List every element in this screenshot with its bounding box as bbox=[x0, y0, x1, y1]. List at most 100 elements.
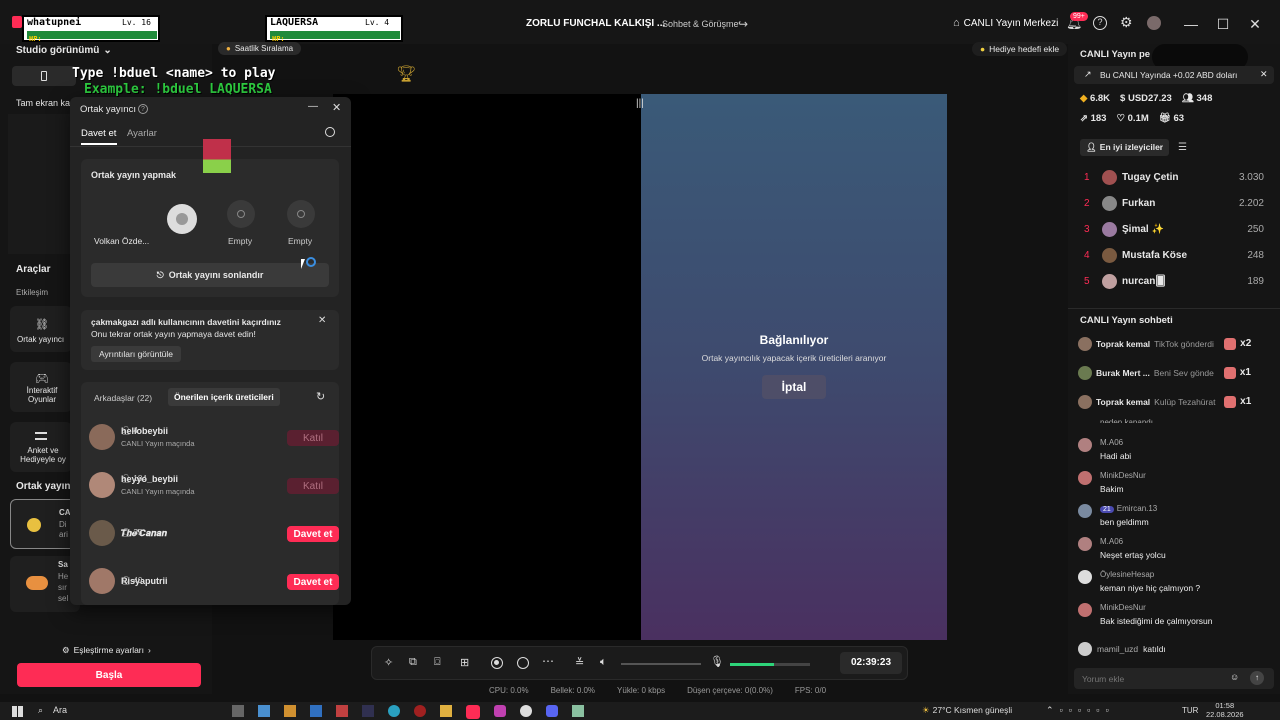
comment-input[interactable]: ☺ ↑ bbox=[1074, 668, 1274, 689]
friend-avatar[interactable] bbox=[89, 424, 115, 450]
start-button[interactable]: Başla bbox=[17, 663, 201, 687]
capture-icon[interactable] bbox=[517, 657, 529, 669]
game-app-icon[interactable] bbox=[414, 705, 426, 717]
fullscreen-label[interactable]: Tam ekran ka bbox=[16, 98, 70, 108]
list-icon[interactable]: ☰ bbox=[1178, 142, 1187, 153]
ranking-row[interactable]: 1 Tugay Çetin 3.030 bbox=[1084, 164, 1264, 190]
cohost-title: Ortak yayıncı bbox=[80, 104, 136, 115]
maximize-button[interactable]: ☐ bbox=[1208, 9, 1238, 39]
suggested-tab[interactable]: Önerilen içerik üreticileri bbox=[168, 388, 280, 406]
tool-games[interactable]: 🎮︎ İnteraktif Oyunlar bbox=[10, 362, 72, 412]
edge-icon[interactable] bbox=[388, 705, 400, 717]
more-icon[interactable]: ⋯ bbox=[542, 654, 554, 668]
friend-avatar[interactable] bbox=[89, 568, 115, 594]
join-button[interactable]: Katıl bbox=[287, 430, 339, 446]
settings-gear-icon[interactable]: ⚙ bbox=[1120, 14, 1133, 31]
instagram-icon[interactable] bbox=[494, 705, 506, 717]
tool-poll[interactable]: Anket ve Hediyeyle oy bbox=[10, 422, 72, 472]
add-source-icon[interactable]: ⊞ bbox=[460, 656, 469, 669]
live-center-button[interactable]: ⌂ CANLI Yayın Merkezi bbox=[953, 17, 1058, 29]
ranking-row[interactable]: 3 Şimal ✨ 250 bbox=[1084, 216, 1264, 242]
weather-widget[interactable]: ☀ 27°C Kısmen güneşli bbox=[922, 705, 1012, 716]
store-icon[interactable] bbox=[258, 705, 270, 717]
ranking-row[interactable]: 2 Furkan 2.202 bbox=[1084, 190, 1264, 216]
dialog-minimize-icon[interactable]: — bbox=[308, 101, 318, 112]
tool-cohost[interactable]: ⛓︎ Ortak yayıncı bbox=[10, 306, 72, 352]
invite-button[interactable]: Davet et bbox=[287, 574, 339, 590]
notepad-icon[interactable] bbox=[572, 705, 584, 717]
speaker-icon[interactable]: 🔈︎ bbox=[600, 656, 607, 669]
stream-tag[interactable]: Sohbet & Görüşme bbox=[662, 19, 739, 29]
clock[interactable]: 01:58 22.08.2026 bbox=[1206, 701, 1244, 719]
banner-close-icon[interactable]: ✕ bbox=[1260, 69, 1268, 80]
invite-button[interactable]: Davet et bbox=[287, 526, 339, 542]
chat-text: Hadi abi bbox=[1100, 451, 1132, 461]
camera-icon[interactable]: ⌼ bbox=[434, 656, 441, 669]
layout-icon[interactable]: ⧉ bbox=[409, 656, 417, 669]
tiktok-live-icon[interactable] bbox=[466, 705, 480, 719]
refresh-icon[interactable]: ↻ bbox=[316, 390, 325, 403]
dialog-close-icon[interactable]: ✕ bbox=[332, 101, 341, 114]
task-view-icon[interactable] bbox=[232, 705, 244, 717]
volume-slider[interactable] bbox=[621, 663, 701, 665]
effects-icon[interactable]: ✧ bbox=[384, 656, 393, 669]
earnings-banner[interactable]: ↗ Bu CANLI Yayında +0.02 ABD doları ✕ bbox=[1074, 66, 1274, 84]
stream-title[interactable]: ZORLU FUNCHAL KALKIŞI ... bbox=[526, 18, 665, 29]
record-icon[interactable] bbox=[491, 657, 503, 669]
view-mode-toggle[interactable] bbox=[12, 66, 76, 86]
empty-slot-2[interactable] bbox=[227, 200, 255, 228]
details-button[interactable]: Ayrıntıları görüntüle bbox=[91, 346, 182, 362]
profile-avatar[interactable] bbox=[1147, 16, 1161, 30]
chat-avatar bbox=[1078, 438, 1092, 452]
comment-field[interactable] bbox=[1082, 671, 1222, 686]
tab-settings[interactable]: Ayarlar bbox=[127, 128, 157, 139]
ranking-row[interactable]: 5 nurcan🂠 189 bbox=[1084, 268, 1264, 294]
info-icon[interactable]: ? bbox=[138, 104, 148, 114]
minimize-button[interactable]: — bbox=[1176, 9, 1206, 39]
language-indicator[interactable]: TUR bbox=[1182, 706, 1198, 715]
match-settings-link[interactable]: ⚙ Eşleştirme ayarları › bbox=[62, 645, 151, 656]
right-panel: CANLI Yayın pe ↗ Bu CANLI Yayında +0.02 … bbox=[1068, 44, 1280, 694]
tray-icons[interactable]: ⌃▫▫▫▫▫▫ bbox=[1046, 705, 1115, 716]
notice-close-icon[interactable]: ✕ bbox=[318, 315, 326, 326]
terminal-icon[interactable] bbox=[362, 705, 374, 717]
rank-avatar bbox=[1102, 195, 1117, 211]
studio-view-dropdown[interactable]: Studio görünümü ⌄ bbox=[16, 45, 112, 56]
friend-avatar[interactable] bbox=[89, 520, 115, 546]
windows-start-icon[interactable] bbox=[12, 706, 23, 717]
app-logo bbox=[12, 16, 22, 28]
folder-icon[interactable] bbox=[440, 705, 452, 717]
ranking-row[interactable]: 4 Mustafa Köse 248 bbox=[1084, 242, 1264, 268]
top-viewers-tab[interactable]: 👤︎ En iyi izleyiciler bbox=[1080, 139, 1170, 156]
files-icon[interactable] bbox=[284, 705, 296, 717]
gift-user-avatar bbox=[1078, 336, 1092, 351]
mouse-cursor bbox=[301, 259, 305, 269]
search-icon[interactable] bbox=[325, 127, 335, 137]
join-button[interactable]: Katıl bbox=[287, 478, 339, 494]
chat-avatar bbox=[1078, 570, 1092, 584]
friend-avatar[interactable] bbox=[89, 472, 115, 498]
discord-icon[interactable] bbox=[546, 705, 558, 717]
close-button[interactable]: ✕ bbox=[1240, 9, 1270, 39]
emoji-icon[interactable]: ☺ bbox=[1230, 672, 1239, 682]
taskbar-search[interactable]: ⌕ Ara bbox=[38, 705, 67, 716]
friends-tab[interactable]: Arkadaşlar (22) bbox=[94, 393, 152, 403]
hourly-rank-pill[interactable]: ● Saatlik Sıralama bbox=[218, 42, 302, 55]
end-cohost-button[interactable]: ⎋ Ortak yayını sonlandır bbox=[91, 263, 329, 287]
gift-goal-pill[interactable]: ● Hediye hedefi ekle bbox=[972, 42, 1068, 56]
share-icon[interactable]: ↪ bbox=[738, 17, 748, 31]
hourly-rank-label: Saatlik Sıralama bbox=[234, 44, 294, 53]
tab-invite-underline bbox=[81, 143, 117, 145]
mail-icon[interactable] bbox=[310, 705, 322, 717]
tab-invite[interactable]: Davet et bbox=[81, 128, 116, 139]
empty-slot-3[interactable] bbox=[287, 200, 315, 228]
mic-icon[interactable]: 🎙︎ bbox=[710, 655, 724, 668]
app-icon[interactable] bbox=[336, 705, 348, 717]
player2-level: Lv. 4 bbox=[365, 18, 390, 27]
mixer-icon[interactable]: ≚ bbox=[575, 656, 584, 669]
help-icon[interactable]: ? bbox=[1093, 16, 1107, 30]
mic-level-track[interactable] bbox=[730, 663, 810, 666]
github-icon[interactable] bbox=[520, 705, 532, 717]
cancel-connect-button[interactable]: İptal bbox=[762, 375, 826, 399]
send-button[interactable]: ↑ bbox=[1250, 671, 1264, 685]
